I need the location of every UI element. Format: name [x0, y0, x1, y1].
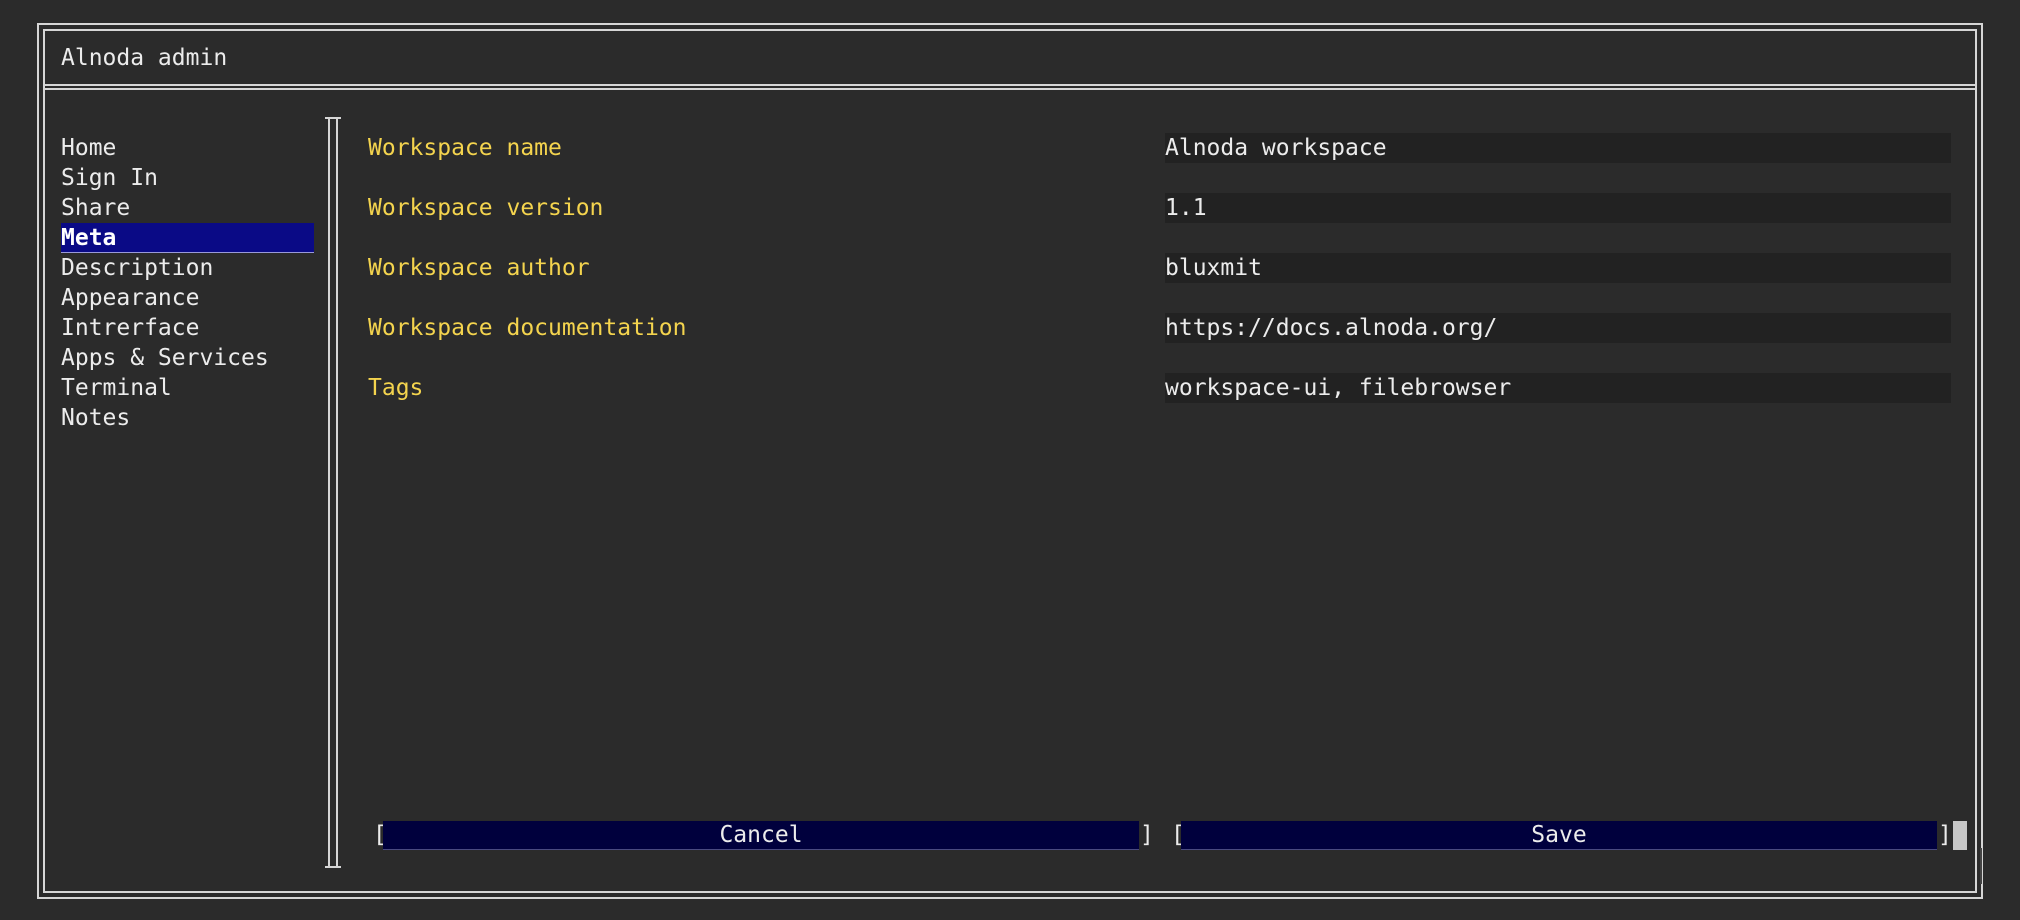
workspace-name-label: Workspace name: [368, 135, 562, 161]
field-row-tags: Tags: [368, 373, 1951, 403]
cancel-button[interactable]: Cancel: [383, 821, 1139, 850]
terminal-cursor: [1953, 821, 1967, 850]
sidebar-divider-cap-bottom: [325, 866, 341, 868]
window-title: Alnoda admin: [61, 45, 228, 71]
save-bracket-close: ]: [1938, 822, 1952, 848]
save-button[interactable]: Save: [1181, 821, 1937, 850]
workspace-documentation-input[interactable]: [1165, 313, 1951, 343]
sidebar-item-terminal[interactable]: Terminal: [61, 373, 314, 403]
field-row-workspace-documentation: Workspace documentation: [368, 313, 1951, 343]
sidebar-item-interface[interactable]: Intrerface: [61, 313, 314, 343]
workspace-author-label: Workspace author: [368, 255, 590, 281]
sidebar-divider-cap-top: [325, 117, 341, 119]
resize-corner-mark: [1980, 848, 1982, 884]
tags-label: Tags: [368, 375, 424, 401]
workspace-version-label: Workspace version: [368, 195, 604, 221]
sidebar-item-notes[interactable]: Notes: [61, 403, 314, 433]
field-row-workspace-author: Workspace author: [368, 253, 1951, 283]
tags-input[interactable]: [1165, 373, 1951, 403]
field-row-workspace-version: Workspace version: [368, 193, 1951, 223]
sidebar-item-description[interactable]: Description: [61, 253, 314, 283]
workspace-version-input[interactable]: [1165, 193, 1951, 223]
workspace-documentation-label: Workspace documentation: [368, 315, 687, 341]
sidebar-divider: [325, 117, 341, 868]
sidebar-item-apps-services[interactable]: Apps & Services: [61, 343, 314, 373]
sidebar-item-home[interactable]: Home: [61, 133, 314, 163]
workspace-name-input[interactable]: [1165, 133, 1951, 163]
sidebar-item-appearance[interactable]: Appearance: [61, 283, 314, 313]
field-row-workspace-name: Workspace name: [368, 133, 1951, 163]
sidebar-item-sign-in[interactable]: Sign In: [61, 163, 314, 193]
sidebar-nav: Home Sign In Share Meta Description Appe…: [61, 133, 314, 433]
cancel-bracket-close: ]: [1140, 822, 1154, 848]
sidebar-item-share[interactable]: Share: [61, 193, 314, 223]
workspace-author-input[interactable]: [1165, 253, 1951, 283]
title-separator: [43, 84, 1977, 90]
sidebar-item-meta[interactable]: Meta: [61, 223, 314, 253]
